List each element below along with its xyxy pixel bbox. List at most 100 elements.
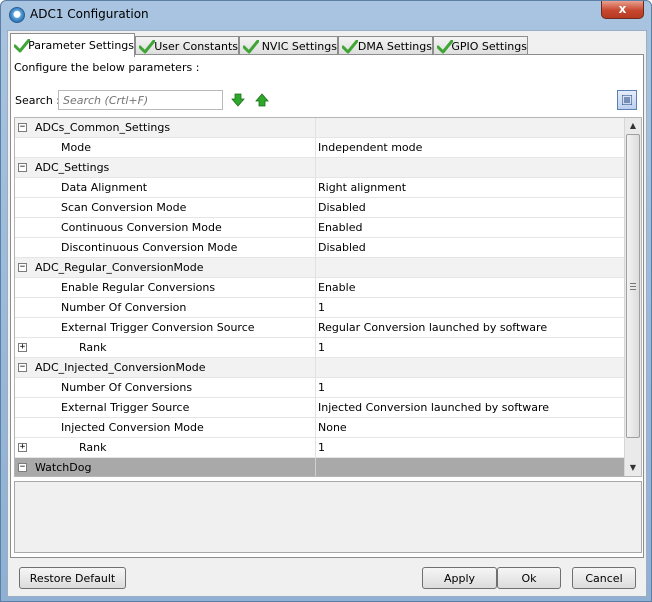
collapse-icon[interactable]: − [18,363,27,372]
parameter-name: External Trigger Source [61,401,190,414]
parameter-value[interactable]: Regular Conversion launched by software [318,321,547,334]
parameter-value[interactable]: 1 [318,301,325,314]
table-row[interactable]: Enable Regular Conversions Enable [15,278,624,298]
tab-dma-settings[interactable]: DMA Settings [338,36,433,56]
parameter-name: Number Of Conversions [61,381,193,394]
parameter-name: ADC_Injected_ConversionMode [35,361,206,374]
expand-icon[interactable]: + [18,343,27,352]
search-label: Search : [15,94,60,107]
parameter-name: Injected Conversion Mode [61,421,204,434]
collapse-icon[interactable]: − [18,123,27,132]
tab-label: GPIO Settings [451,40,527,53]
column-divider [315,278,316,298]
column-divider [315,238,316,258]
parameter-value[interactable]: None [318,421,347,434]
parameter-name: Rank [79,341,107,354]
scroll-down-arrow-icon[interactable]: ▼ [625,460,641,476]
table-row[interactable]: Data Alignment Right alignment [15,178,624,198]
search-previous-arrow-up-icon[interactable] [255,93,269,107]
parameter-name: Mode [61,141,91,154]
list-view-icon [622,95,632,105]
cancel-button[interactable]: Cancel [572,567,636,589]
parameter-name: Rank [79,441,107,454]
parameter-name: ADCs_Common_Settings [35,121,171,134]
column-divider [315,318,316,338]
parameter-value[interactable]: 1 [318,341,325,354]
scroll-thumb[interactable] [626,134,640,438]
parameter-value[interactable]: Independent mode [318,141,422,154]
configure-instruction: Configure the below parameters : [14,61,200,74]
parameter-name: Scan Conversion Mode [61,201,187,214]
parameter-value[interactable]: 1 [318,381,325,394]
check-icon [243,39,259,54]
tab-label: User Constants [154,40,238,53]
column-divider [315,158,316,178]
parameter-value[interactable]: Right alignment [318,181,406,194]
parameter-value[interactable]: Disabled [318,201,366,214]
table-row[interactable]: Discontinuous Conversion Mode Disabled [15,238,624,258]
table-row[interactable]: Continuous Conversion Mode Enabled [15,218,624,238]
parameter-name: Enable Regular Conversions [61,281,216,294]
collapse-icon[interactable]: − [18,263,27,272]
table-row[interactable]: External Trigger Source Injected Conversi… [15,398,624,418]
restore-default-button[interactable]: Restore Default [19,567,126,589]
table-group-row[interactable]: − ADC_Regular_ConversionMode [15,258,624,278]
parameters-table: − WatchDog + Rank 1 Injected Conversion Mode N… [14,117,642,477]
parameter-name: External Trigger Conversion Source [61,321,255,334]
table-group-row[interactable]: − ADC_Injected_ConversionMode [15,358,624,378]
title-bar[interactable]: ADC1 Configuration x [1,1,651,29]
table-row[interactable]: Mode Independent mode [15,138,624,158]
parameter-name: Data Alignment [61,181,148,194]
column-divider [315,218,316,238]
tab-user-constants[interactable]: User Constants [135,36,239,56]
parameter-name: ADC_Regular_ConversionMode [35,261,204,274]
search-next-arrow-down-icon[interactable] [231,93,245,107]
tab-nvic-settings[interactable]: NVIC Settings [239,36,338,56]
tab-parameter-settings[interactable]: Parameter Settings [10,33,135,57]
dialog-client-area: Parameter Settings User Constants NVIC S… [7,30,647,597]
table-row[interactable]: Scan Conversion Mode Disabled [15,198,624,218]
parameter-settings-panel: Configure the below parameters : Search … [10,54,644,558]
scroll-up-arrow-icon[interactable]: ▲ [625,118,641,134]
table-row[interactable]: + Rank 1 [15,338,624,358]
collapse-icon[interactable]: − [18,163,27,172]
tab-label: NVIC Settings [261,40,337,53]
table-row[interactable]: + Rank 1 [15,438,624,458]
column-divider [315,398,316,418]
column-divider [315,458,316,476]
parameter-value[interactable]: Injected Conversion launched by software [318,401,549,414]
parameter-name: Discontinuous Conversion Mode [61,241,238,254]
parameter-value[interactable]: Enable [318,281,355,294]
parameter-description-box [14,481,642,553]
window-title: ADC1 Configuration [30,7,149,21]
check-icon [139,39,155,54]
parameter-value[interactable]: Disabled [318,241,366,254]
tab-gpio-settings[interactable]: GPIO Settings [433,36,528,56]
expand-icon[interactable]: + [18,443,27,452]
column-divider [315,258,316,278]
check-icon [342,39,358,54]
vertical-scrollbar[interactable]: ▲ ▼ [624,118,641,476]
parameter-name: Number Of Conversion [61,301,187,314]
close-button[interactable]: x [601,1,644,19]
column-divider [315,338,316,358]
table-row[interactable]: External Trigger Conversion Source Regula… [15,318,624,338]
column-divider [315,438,316,458]
table-row[interactable]: Number Of Conversion 1 [15,298,624,318]
tab-label: DMA Settings [357,40,432,53]
app-icon [9,7,25,23]
search-input[interactable] [58,90,223,110]
table-group-row[interactable]: − ADCs_Common_Settings [15,118,624,138]
parameter-value[interactable]: Enabled [318,221,362,234]
apply-button[interactable]: Apply [422,567,497,589]
collapse-icon[interactable]: − [18,463,27,472]
column-divider [315,378,316,398]
table-group-row[interactable]: − WatchDog [15,458,624,476]
table-row[interactable]: Number Of Conversions 1 [15,378,624,398]
table-group-row[interactable]: − ADC_Settings [15,158,624,178]
table-row[interactable]: Injected Conversion Mode None [15,418,624,438]
parameter-name: Continuous Conversion Mode [61,221,222,234]
ok-button[interactable]: Ok [497,567,561,589]
parameter-value[interactable]: 1 [318,441,325,454]
list-view-toggle-button[interactable] [617,90,637,110]
